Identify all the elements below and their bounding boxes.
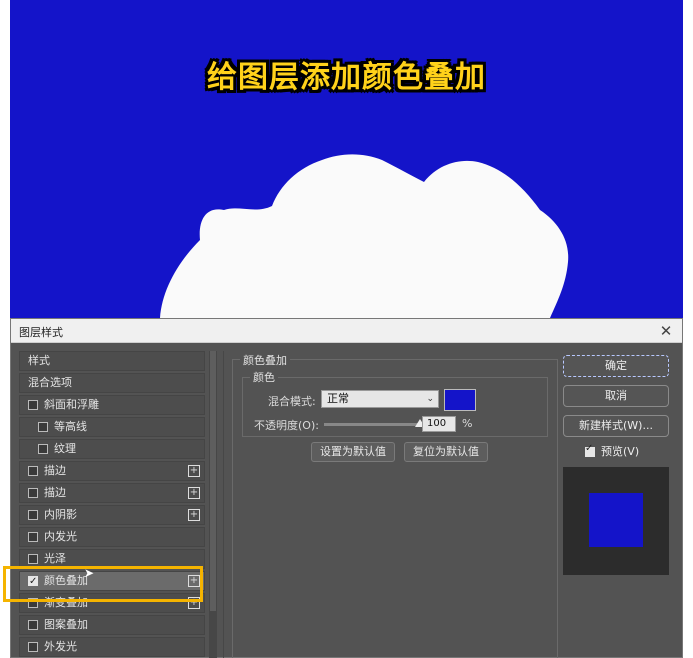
blend-mode-select[interactable]: 正常 ⌄ (321, 390, 439, 408)
checkbox[interactable] (28, 620, 38, 630)
checkbox[interactable] (28, 554, 38, 564)
dialog-actions: 确定 取消 新建样式(W)... 预览(V) (559, 349, 679, 658)
dialog-title: 图层样式 (19, 326, 63, 339)
set-default-button[interactable]: 设置为默认值 (311, 442, 395, 462)
subgroup-title: 颜色 (250, 369, 278, 385)
style-list-scrollbar[interactable] (209, 351, 217, 658)
color-overlay-settings: 颜色叠加 颜色 混合模式: 正常 ⌄ 不透明度(O): 100 % 设置为默认值… (223, 351, 561, 658)
add-icon[interactable]: + (188, 509, 200, 521)
style-item-pattern-overlay[interactable]: 图案叠加 (19, 615, 205, 635)
headline-text: 给图层添加颜色叠加 (207, 60, 486, 95)
dialog-titlebar: 图层样式 ✕ (11, 319, 682, 343)
checkbox[interactable] (38, 422, 48, 432)
checkbox[interactable] (28, 488, 38, 498)
opacity-slider[interactable] (324, 423, 420, 426)
style-item-inner-glow[interactable]: 内发光 (19, 527, 205, 547)
white-cloud-shape (160, 154, 569, 318)
highlight-box (3, 566, 203, 602)
style-item-outer-glow[interactable]: 外发光 (19, 637, 205, 657)
ok-button[interactable]: 确定 (563, 355, 669, 377)
style-preview (563, 467, 669, 575)
opacity-input[interactable]: 100 (422, 416, 456, 432)
checkbox[interactable] (38, 444, 48, 454)
style-list: 样式 混合选项 斜面和浮雕 等高线 纹理 描边 + 描边 + 内阴影 + 内发光… (19, 351, 205, 658)
style-item-contour[interactable]: 等高线 (19, 417, 205, 437)
checkbox[interactable] (28, 642, 38, 652)
style-item-stroke-1[interactable]: 描边 + (19, 461, 205, 481)
chevron-down-icon: ⌄ (426, 394, 434, 404)
checkbox[interactable] (28, 510, 38, 520)
checkbox[interactable] (28, 400, 38, 410)
style-item-bevel[interactable]: 斜面和浮雕 (19, 395, 205, 415)
checkbox[interactable] (28, 532, 38, 542)
checkbox[interactable] (28, 466, 38, 476)
group-title: 颜色叠加 (240, 352, 290, 368)
style-list-header[interactable]: 样式 (19, 351, 205, 371)
style-item-stroke-2[interactable]: 描边 + (19, 483, 205, 503)
add-icon[interactable]: + (188, 487, 200, 499)
preview-swatch (589, 493, 643, 547)
preview-checkbox[interactable] (585, 443, 595, 457)
opacity-unit: % (462, 417, 473, 430)
new-style-button[interactable]: 新建样式(W)... (563, 415, 669, 437)
style-item-texture[interactable]: 纹理 (19, 439, 205, 459)
reset-default-button[interactable]: 复位为默认值 (404, 442, 488, 462)
close-icon[interactable]: ✕ (656, 321, 676, 341)
blend-mode-label: 混合模式: (268, 395, 316, 408)
add-icon[interactable]: + (188, 465, 200, 477)
cancel-button[interactable]: 取消 (563, 385, 669, 407)
document-canvas: 给图层添加颜色叠加 (10, 0, 683, 318)
scrollbar-thumb[interactable] (210, 351, 216, 611)
preview-label: 预览(V) (601, 445, 640, 458)
layer-style-dialog: 图层样式 ✕ 样式 混合选项 斜面和浮雕 等高线 纹理 描边 + 描边 + 内阴… (10, 318, 683, 658)
opacity-label: 不透明度(O): (254, 419, 319, 432)
style-item-inner-shadow[interactable]: 内阴影 + (19, 505, 205, 525)
blend-options-item[interactable]: 混合选项 (19, 373, 205, 393)
mouse-cursor-icon: ➤ (84, 566, 95, 580)
overlay-color-swatch[interactable] (444, 389, 476, 411)
